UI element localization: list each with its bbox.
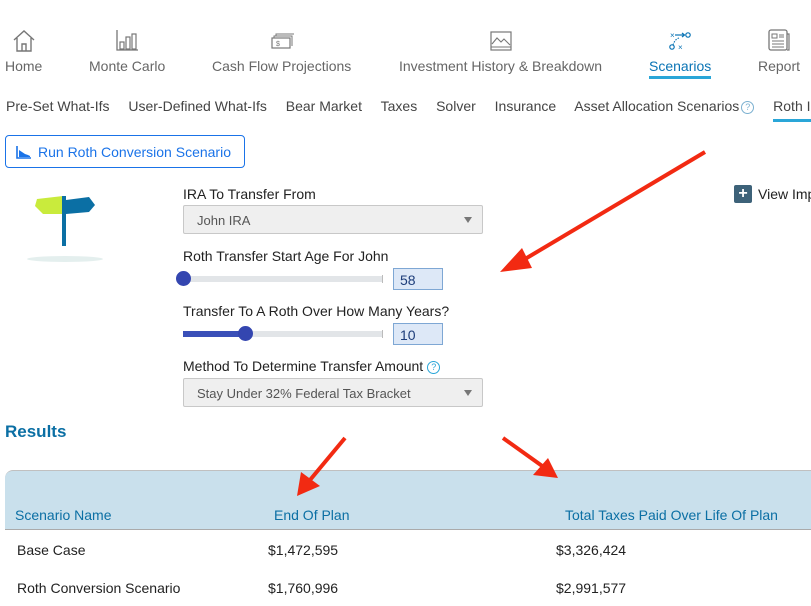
- help-icon[interactable]: ?: [427, 361, 441, 374]
- report-icon: [768, 29, 790, 51]
- column-header-end-of-plan[interactable]: End Of Plan: [274, 507, 350, 523]
- cell-end-of-plan: $1,472,595: [268, 542, 339, 558]
- start-age-input[interactable]: 58: [393, 268, 443, 290]
- method-select[interactable]: Stay Under 32% Federal Tax Bracket: [183, 378, 483, 407]
- slider-track: [183, 276, 383, 282]
- cell-scenario-name: Roth Conversion Scenario: [17, 580, 181, 596]
- top-nav: Home Monte Carlo $ Cash Flow Projections…: [0, 0, 811, 90]
- nav-scenarios-label: Scenarios: [649, 58, 712, 74]
- nav-scenarios[interactable]: × × Scenarios: [649, 26, 712, 79]
- subtab-bear-market[interactable]: Bear Market: [286, 98, 362, 114]
- area-chart-icon: [16, 145, 31, 159]
- run-button-label: Run Roth Conversion Scenario: [38, 143, 231, 160]
- bar-chart-icon: [116, 30, 139, 51]
- cell-total-taxes: $3,326,424: [556, 542, 627, 558]
- chevron-down-icon: [464, 390, 472, 396]
- slider-fill: [183, 331, 245, 337]
- subtab-asset-allocation-label: Asset Allocation Scenarios: [574, 98, 740, 114]
- nav-investment-history[interactable]: Investment History & Breakdown: [399, 26, 602, 74]
- table-row: Base Case $1,472,595 $3,326,424: [5, 530, 811, 568]
- column-header-total-taxes[interactable]: Total Taxes Paid Over Life Of Plan: [565, 507, 778, 523]
- method-value: Stay Under 32% Federal Tax Bracket: [197, 386, 411, 401]
- view-impact-label: View Imp: [758, 186, 811, 202]
- subtab-asset-allocation[interactable]: Asset Allocation Scenarios?: [574, 98, 755, 114]
- chevron-down-icon: [464, 217, 472, 223]
- svg-text:×: ×: [670, 31, 675, 40]
- svg-text:×: ×: [678, 43, 683, 52]
- ira-from-value: John IRA: [197, 213, 251, 228]
- results-title: Results: [5, 422, 67, 441]
- years-input[interactable]: 10: [393, 323, 443, 345]
- sub-nav: Pre-Set What-Ifs User-Defined What-Ifs B…: [6, 98, 811, 120]
- plus-icon: +: [734, 185, 752, 203]
- start-age-slider[interactable]: [176, 271, 383, 287]
- method-label-text: Method To Determine Transfer Amount: [183, 358, 424, 374]
- cell-end-of-plan: $1,760,996: [268, 580, 339, 596]
- cell-total-taxes: $2,991,577: [556, 580, 627, 596]
- run-roth-conversion-button[interactable]: Run Roth Conversion Scenario: [5, 135, 245, 168]
- nav-report-label: Report: [758, 58, 801, 74]
- subtab-solver[interactable]: Solver: [436, 98, 476, 114]
- start-age-label: Roth Transfer Start Age For John: [183, 248, 389, 264]
- table-header: Scenario Name End Of Plan Total Taxes Pa…: [5, 470, 811, 530]
- slider-end-tick: [382, 330, 383, 338]
- help-icon[interactable]: ?: [741, 101, 755, 114]
- ira-from-select[interactable]: John IRA: [183, 205, 483, 234]
- nav-home[interactable]: Home: [5, 26, 42, 74]
- nav-report[interactable]: Report: [758, 26, 800, 74]
- method-label: Method To Determine Transfer Amount?: [183, 358, 441, 374]
- svg-text:$: $: [276, 41, 280, 48]
- slider-thumb[interactable]: [238, 326, 253, 341]
- image-chart-icon: [489, 31, 512, 51]
- nav-monte-carlo-label: Monte Carlo: [89, 58, 166, 74]
- nav-cash-flow[interactable]: $ Cash Flow Projections: [212, 26, 351, 74]
- nav-monte-carlo[interactable]: Monte Carlo: [89, 26, 165, 74]
- subtab-insurance[interactable]: Insurance: [495, 98, 556, 114]
- home-icon: [13, 30, 35, 52]
- table-row: Roth Conversion Scenario $1,760,996 $2,9…: [5, 568, 811, 606]
- slider-end-tick: [382, 275, 383, 283]
- play-diagram-icon: ××: [669, 31, 691, 52]
- results-table: Scenario Name End Of Plan Total Taxes Pa…: [5, 470, 811, 606]
- years-label: Transfer To A Roth Over How Many Years?: [183, 303, 450, 319]
- column-header-scenario-name[interactable]: Scenario Name: [15, 507, 112, 523]
- nav-home-label: Home: [5, 58, 43, 74]
- signpost-illustration: [27, 196, 103, 262]
- years-slider[interactable]: [183, 326, 383, 342]
- nav-investment-history-label: Investment History & Breakdown: [399, 58, 603, 74]
- subtab-roth-ira-conversion[interactable]: Roth IRA C: [773, 98, 811, 114]
- annotation-arrow-form: [500, 150, 707, 272]
- ira-from-label: IRA To Transfer From: [183, 186, 316, 202]
- cell-scenario-name: Base Case: [17, 542, 86, 558]
- view-impact-toggle[interactable]: + View Imp: [734, 185, 811, 203]
- subtab-user-defined-what-ifs[interactable]: User-Defined What-Ifs: [128, 98, 266, 114]
- subtab-preset-what-ifs[interactable]: Pre-Set What-Ifs: [6, 98, 109, 114]
- slider-thumb[interactable]: [176, 271, 191, 286]
- nav-cash-flow-label: Cash Flow Projections: [212, 58, 352, 74]
- active-tab-indicator: [649, 76, 712, 79]
- cash-icon: $: [271, 33, 294, 49]
- subtab-taxes[interactable]: Taxes: [381, 98, 418, 114]
